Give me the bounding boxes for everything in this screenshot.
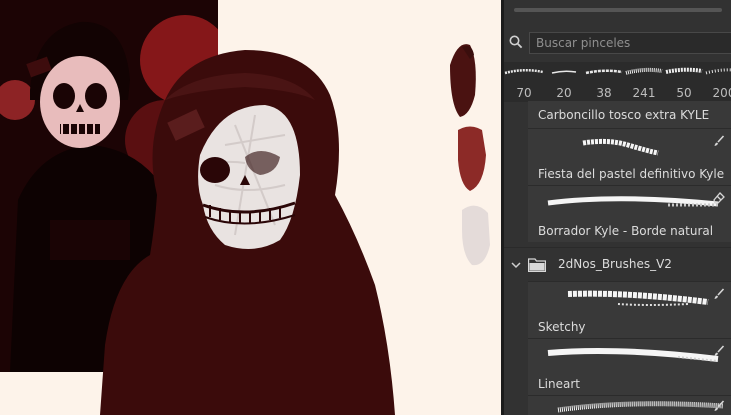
brush-name: Fiesta del pastel definitivo Kyle — [538, 167, 725, 181]
brush-stroke-preview — [582, 138, 659, 156]
brush-tip-size: 200 — [712, 86, 731, 100]
brush-item[interactable] — [528, 395, 731, 415]
brush-search-input[interactable] — [529, 32, 731, 54]
brush-name: Carboncillo tosco extra KYLE — [538, 108, 710, 122]
brush-name: Sketchy — [538, 320, 586, 334]
brush-list: Carboncillo tosco extra KYLE Fiesta del … — [504, 100, 731, 415]
brush-tip-size: 20 — [556, 86, 572, 100]
brush-tip-2[interactable]: 20 — [544, 62, 585, 102]
painted-figure-art — [100, 50, 395, 415]
brush-tip-preview — [665, 67, 703, 74]
panel-scrollbar[interactable] — [514, 8, 722, 12]
brush-tip-size: 241 — [632, 86, 656, 100]
brush-tip-size: 50 — [676, 86, 692, 100]
swatch-strokes — [450, 44, 490, 266]
brush-group-2dnos[interactable]: 2dNos_Brushes_V2 — [504, 247, 731, 282]
brush-stroke-preview — [557, 401, 724, 413]
brush-stroke-preview — [547, 348, 719, 362]
brush-item[interactable]: Lineart — [528, 338, 731, 395]
brush-item[interactable]: Fiesta del pastel definitivo Kyle — [528, 128, 731, 185]
recent-brush-tips: 70 20 38 241 50 200 — [504, 62, 731, 102]
brush-tip-1[interactable]: 70 — [504, 62, 545, 102]
brush-name: Lineart — [538, 377, 580, 391]
eraser-icon — [713, 192, 725, 204]
brush-icon — [714, 400, 725, 411]
brush-tip-preview — [585, 69, 623, 75]
brush-tip-preview — [705, 68, 731, 75]
chevron-down-icon[interactable] — [510, 259, 522, 271]
drawing-canvas[interactable] — [0, 0, 501, 415]
color-swatches — [440, 35, 500, 275]
brushes-panel: 70 20 38 241 50 200 Carboncillo tosco ex… — [504, 0, 731, 415]
brush-stroke-preview — [567, 290, 709, 306]
brush-item[interactable]: Borrador Kyle - Borde natural — [528, 185, 731, 242]
brush-tip-4[interactable]: 241 — [624, 62, 665, 102]
folder-icon — [528, 258, 546, 272]
brush-icon — [714, 288, 725, 299]
brush-group-name: 2dNos_Brushes_V2 — [558, 257, 672, 271]
brush-tip-size: 38 — [596, 86, 612, 100]
brush-icon — [714, 345, 725, 356]
brush-tip-5[interactable]: 50 — [664, 62, 705, 102]
brush-name: Borrador Kyle - Borde natural — [538, 224, 714, 238]
brush-icon — [714, 135, 725, 146]
brush-tip-6[interactable]: 200 — [704, 62, 731, 102]
search-icon — [509, 35, 523, 49]
brush-tip-preview — [551, 70, 577, 74]
painted-figure — [95, 45, 405, 415]
brush-tip-size: 70 — [516, 86, 532, 100]
brush-search-row — [504, 30, 731, 56]
brush-item[interactable]: Sketchy — [528, 281, 731, 338]
brush-tip-preview — [504, 69, 544, 75]
brush-item[interactable]: Carboncillo tosco extra KYLE — [528, 100, 731, 128]
brush-tip-3[interactable]: 38 — [584, 62, 625, 102]
brush-tip-preview — [625, 67, 663, 75]
brush-stroke-preview — [547, 196, 719, 207]
